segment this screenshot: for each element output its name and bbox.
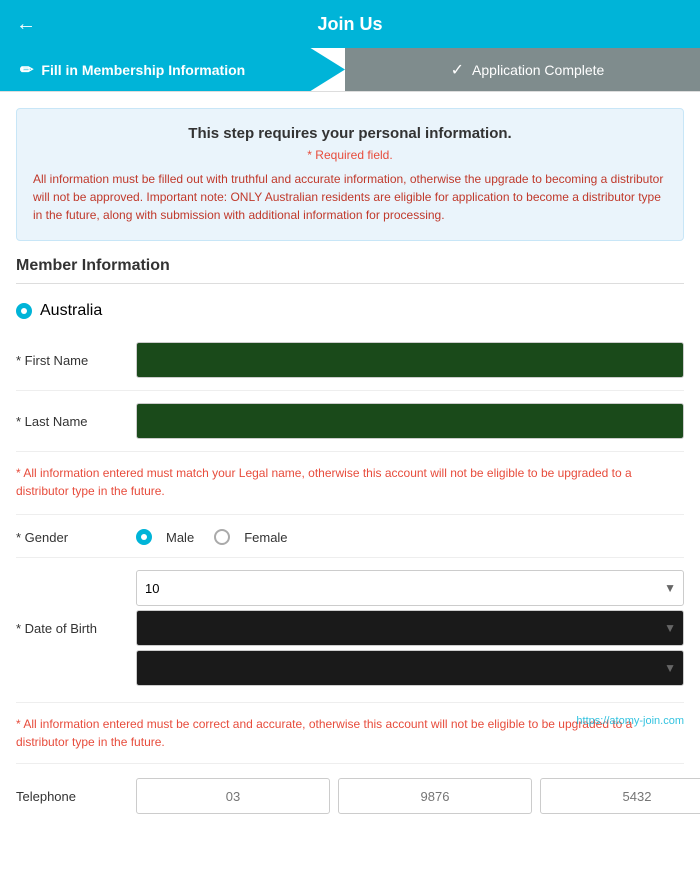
step-app-complete-label: Application Complete — [472, 62, 604, 78]
dob-month-select[interactable] — [136, 610, 684, 646]
last-name-row: * Last Name — [16, 403, 684, 452]
page-header: ← Join Us — [0, 0, 700, 48]
back-button[interactable]: ← — [16, 13, 36, 36]
page-title: Join Us — [317, 14, 382, 35]
info-box-body: All information must be filled out with … — [33, 170, 667, 224]
dob-year-wrapper: ▼ — [136, 650, 684, 686]
gender-row: * Gender Male Female — [16, 529, 684, 558]
watermark-text: https://atomy-join.com — [576, 715, 684, 727]
first-name-label: * First Name — [16, 353, 136, 368]
telephone-prefix-input[interactable] — [338, 778, 532, 814]
check-icon: ✓ — [451, 60, 464, 80]
info-box: This step requires your personal informa… — [16, 108, 684, 241]
country-label: Australia — [40, 302, 102, 320]
dob-year-row: ▼ — [16, 650, 684, 686]
step-fill-info-label: Fill in Membership Information — [41, 62, 245, 78]
required-field-label: * Required field. — [33, 148, 667, 162]
last-name-input[interactable] — [136, 403, 684, 439]
gender-options: Male Female — [136, 529, 288, 545]
gender-female-radio[interactable] — [214, 529, 230, 545]
telephone-number-input[interactable] — [540, 778, 700, 814]
member-info-section: Member Information Australia * First Nam… — [0, 257, 700, 814]
first-name-row: * First Name — [16, 342, 684, 391]
dob-day-wrapper: 10 ▼ — [136, 570, 684, 606]
dob-month-row: * Date of Birth ▼ — [16, 610, 684, 646]
dob-section: 10 ▼ * Date of Birth ▼ ▼ — [16, 570, 684, 703]
dob-day-row: 10 ▼ — [16, 570, 684, 606]
telephone-inputs — [136, 778, 700, 814]
gender-male-label: Male — [166, 530, 194, 545]
country-radio-selected[interactable] — [16, 303, 32, 319]
gender-male-option[interactable]: Male — [136, 529, 194, 545]
steps-bar: ✏ Fill in Membership Information ✓ Appli… — [0, 48, 700, 92]
dob-label: * Date of Birth — [16, 621, 136, 636]
gender-label: * Gender — [16, 530, 136, 545]
accurate-notice: https://atomy-join.com * All information… — [16, 715, 684, 764]
last-name-label: * Last Name — [16, 414, 136, 429]
gender-female-option[interactable]: Female — [214, 529, 287, 545]
dob-day-select[interactable]: 10 — [136, 570, 684, 606]
country-row[interactable]: Australia — [16, 296, 684, 326]
gender-male-radio[interactable] — [136, 529, 152, 545]
legal-name-notice: * All information entered must match you… — [16, 464, 684, 515]
dob-month-wrapper: ▼ — [136, 610, 684, 646]
edit-icon: ✏ — [20, 60, 33, 80]
step-app-complete: ✓ Application Complete — [345, 48, 700, 91]
section-title: Member Information — [16, 257, 684, 284]
first-name-input[interactable] — [136, 342, 684, 378]
gender-female-label: Female — [244, 530, 287, 545]
step-fill-info[interactable]: ✏ Fill in Membership Information — [0, 48, 345, 91]
dob-year-select[interactable] — [136, 650, 684, 686]
telephone-row: Telephone — [16, 778, 684, 814]
info-box-title: This step requires your personal informa… — [33, 125, 667, 142]
telephone-label: Telephone — [16, 789, 136, 804]
telephone-area-input[interactable] — [136, 778, 330, 814]
